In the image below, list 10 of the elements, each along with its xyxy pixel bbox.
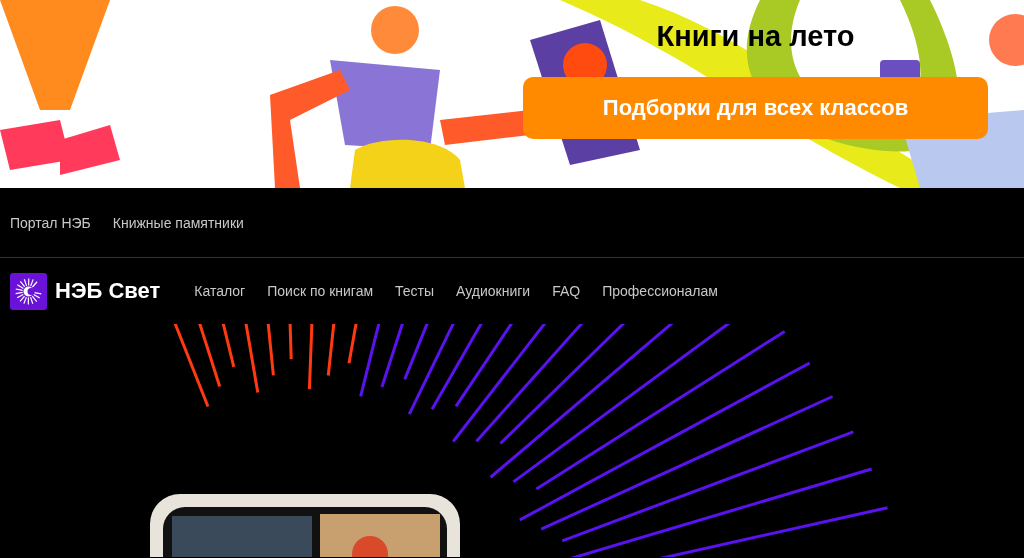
nav-link[interactable]: Поиск по книгам <box>267 283 374 299</box>
nav-link[interactable]: Профессионалам <box>602 283 718 299</box>
top-link[interactable]: Портал НЭБ <box>10 214 91 231</box>
nav-link[interactable]: FAQ <box>552 283 581 299</box>
nav-link[interactable]: Каталог <box>194 283 246 299</box>
logo-text: НЭБ Свет <box>55 278 161 304</box>
top-link[interactable]: Книжные памятники <box>112 214 244 231</box>
logo-icon <box>10 272 47 310</box>
nav-link[interactable]: Тесты <box>395 283 435 299</box>
nav-link[interactable]: Аудиокниги <box>456 283 531 299</box>
